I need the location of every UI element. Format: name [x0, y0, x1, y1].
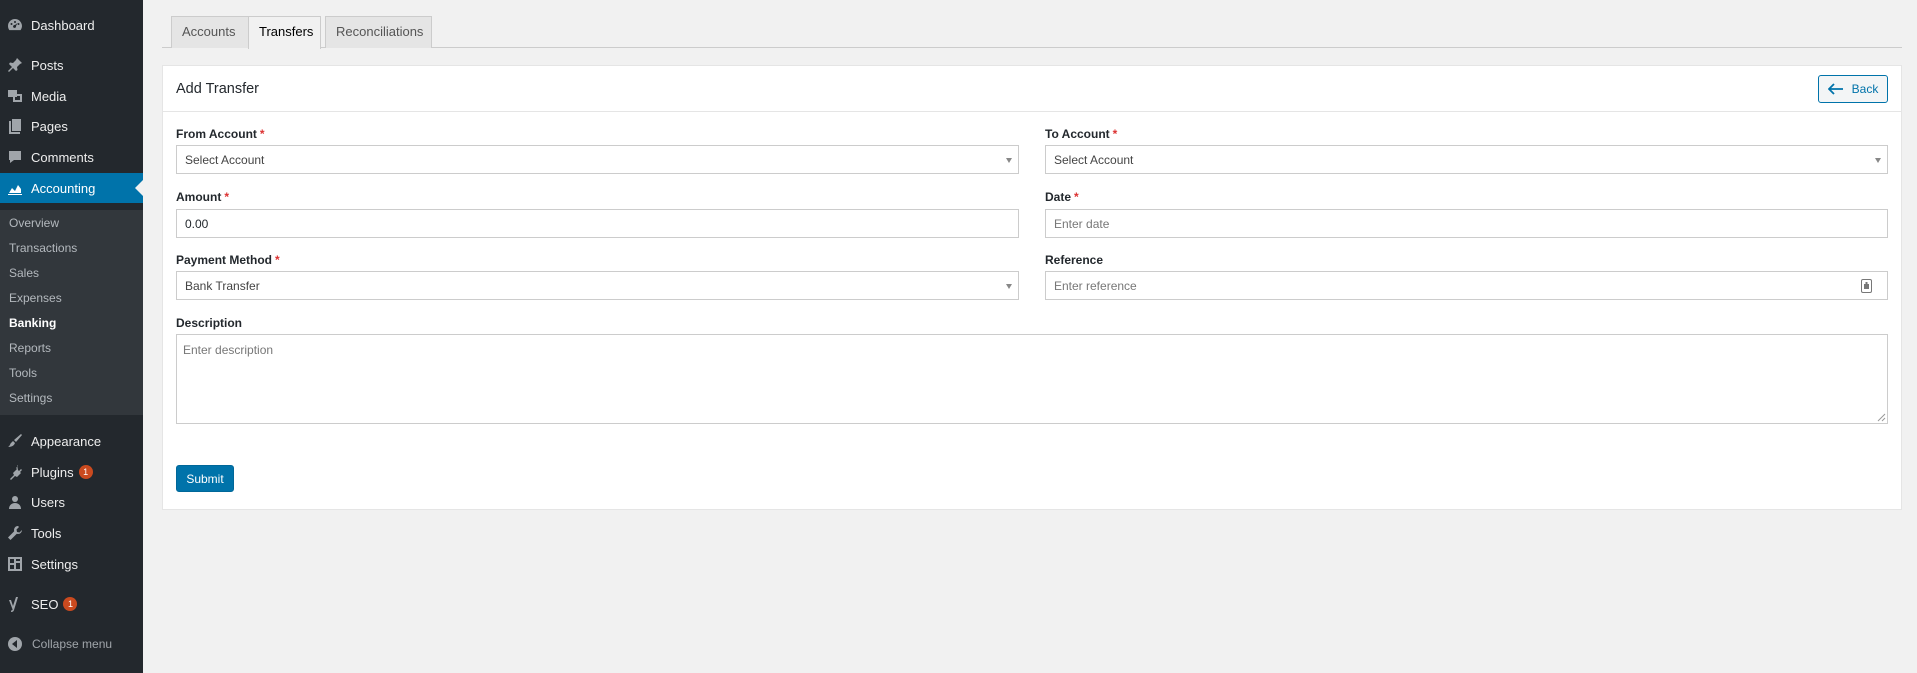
from-account-select[interactable]: Select Account: [176, 145, 1019, 174]
menu-item-comments[interactable]: Comments: [0, 142, 143, 172]
resize-grip-icon[interactable]: [1876, 412, 1886, 422]
chart-area-icon: [7, 180, 23, 196]
pages-icon: [7, 118, 23, 134]
collapse-menu-button[interactable]: Collapse menu: [0, 634, 143, 654]
from-account-label-text: From Account: [176, 127, 257, 141]
to-account-label-text: To Account: [1045, 127, 1110, 141]
yoast-icon: [7, 596, 23, 612]
amount-value: 0.00: [185, 216, 209, 231]
tab-accounts[interactable]: Accounts: [171, 16, 250, 48]
payment-method-label-text: Payment Method: [176, 253, 273, 267]
plugin-icon: [7, 464, 23, 480]
menu-item-pages[interactable]: Pages: [0, 111, 143, 141]
settings-icon: [7, 556, 23, 572]
date-placeholder: Enter date: [1054, 216, 1110, 231]
back-button-label: Back: [1851, 82, 1879, 96]
arrow-left-icon: [1827, 83, 1843, 95]
from-account-label: From Account *: [176, 127, 265, 141]
menu-label: Accounting: [31, 180, 96, 196]
reference-label: Reference: [1045, 253, 1104, 267]
menu-label: Comments: [31, 149, 94, 165]
chevron-down-icon: [1875, 158, 1881, 163]
media-icon: [7, 88, 23, 104]
menu-label: Users: [31, 494, 65, 510]
tab-reconciliations[interactable]: Reconciliations: [325, 16, 432, 48]
menu-label: Posts: [31, 57, 64, 73]
payment-method-select[interactable]: Bank Transfer: [176, 271, 1019, 300]
menu-label: Media: [31, 88, 67, 104]
accounting-submenu: Overview Transactions Sales Expenses Ban…: [0, 210, 143, 415]
menu-label: Dashboard: [31, 17, 95, 33]
menu-item-seo[interactable]: SEO 1: [0, 589, 143, 619]
required-marker: *: [1112, 127, 1118, 141]
menu-item-accounting[interactable]: Accounting: [0, 173, 143, 203]
menu-item-media[interactable]: Media: [0, 81, 143, 111]
chevron-down-icon: [1006, 284, 1012, 289]
banking-tabs: Accounts Transfers Reconciliations: [162, 15, 1902, 49]
tab-transfers[interactable]: Transfers: [248, 16, 321, 49]
amount-label: Amount *: [176, 190, 229, 204]
chevron-down-icon: [1006, 158, 1012, 163]
submenu-item-sales[interactable]: Sales: [9, 266, 39, 280]
amount-label-text: Amount: [176, 190, 222, 204]
menu-label: Plugins: [31, 464, 74, 480]
submenu-item-settings[interactable]: Settings: [9, 391, 52, 405]
menu-item-dashboard[interactable]: Dashboard: [0, 10, 143, 40]
menu-item-tools[interactable]: Tools: [0, 518, 143, 548]
menu-label: Appearance: [31, 433, 102, 449]
admin-sidebar: Dashboard Posts Media Pages Comments Acc…: [0, 0, 143, 673]
required-marker: *: [259, 127, 265, 141]
panel-header: Add Transfer Back: [163, 66, 1901, 112]
required-marker: *: [224, 190, 229, 204]
dashboard-icon: [7, 17, 23, 33]
description-label: Description: [176, 316, 243, 330]
seo-notification-badge: 1: [63, 597, 78, 611]
menu-item-users[interactable]: Users: [0, 487, 143, 517]
menu-label: Settings: [31, 556, 78, 572]
back-button[interactable]: Back: [1818, 75, 1888, 103]
submenu-item-tools[interactable]: Tools: [9, 366, 37, 380]
submit-button[interactable]: Submit: [176, 465, 234, 492]
add-transfer-panel: Add Transfer Back From Account * Select A…: [162, 65, 1902, 510]
brush-icon: [7, 433, 23, 449]
date-label: Date *: [1045, 190, 1079, 204]
required-marker: *: [275, 253, 280, 267]
payment-method-value: Bank Transfer: [185, 278, 260, 293]
description-textarea[interactable]: Enter description: [176, 334, 1888, 424]
to-account-select[interactable]: Select Account: [1045, 145, 1888, 174]
menu-item-appearance[interactable]: Appearance: [0, 426, 143, 456]
submenu-item-transactions[interactable]: Transactions: [9, 241, 77, 255]
submenu-item-overview[interactable]: Overview: [9, 216, 59, 230]
wrench-icon: [7, 525, 23, 541]
reference-placeholder: Enter reference: [1054, 278, 1137, 293]
submenu-item-expenses[interactable]: Expenses: [9, 291, 62, 305]
collapse-icon: [7, 636, 23, 652]
menu-item-posts[interactable]: Posts: [0, 50, 143, 80]
pin-icon: [7, 57, 23, 73]
password-manager-icon[interactable]: [1861, 279, 1872, 293]
collapse-menu-label: Collapse menu: [32, 637, 113, 651]
menu-label: Pages: [31, 118, 68, 134]
description-placeholder: Enter description: [183, 343, 274, 357]
reference-input[interactable]: Enter reference: [1045, 271, 1888, 300]
to-account-label: To Account *: [1045, 127, 1117, 141]
menu-label: Tools: [31, 525, 62, 541]
required-marker: *: [1074, 190, 1079, 204]
date-label-text: Date: [1045, 190, 1072, 204]
page-title: Add Transfer: [176, 81, 260, 97]
users-icon: [7, 494, 23, 510]
from-account-placeholder: Select Account: [185, 152, 265, 167]
menu-item-plugins[interactable]: Plugins 1: [0, 457, 143, 487]
payment-method-label: Payment Method *: [176, 253, 280, 267]
submenu-item-banking[interactable]: Banking: [9, 316, 56, 330]
comments-icon: [7, 149, 23, 165]
menu-item-settings[interactable]: Settings: [0, 549, 143, 579]
date-input[interactable]: Enter date: [1045, 209, 1888, 238]
submenu-item-reports[interactable]: Reports: [9, 341, 51, 355]
plugins-update-badge: 1: [78, 465, 93, 479]
amount-input[interactable]: 0.00: [176, 209, 1019, 238]
menu-label: SEO: [31, 596, 59, 612]
to-account-placeholder: Select Account: [1054, 152, 1134, 167]
